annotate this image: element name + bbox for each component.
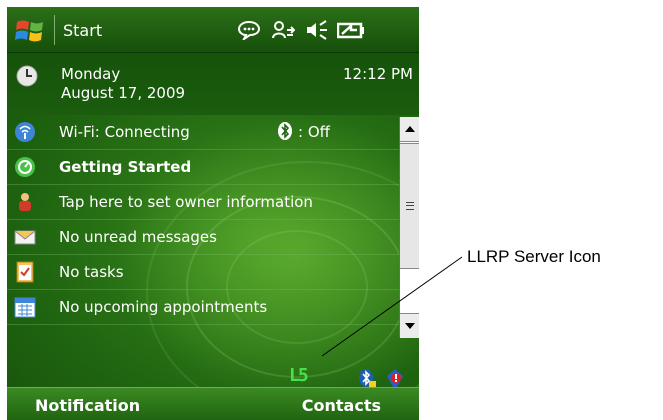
llrp-callout-label: LLRP Server Icon [467, 247, 601, 266]
callout-leader-line [321, 256, 463, 357]
